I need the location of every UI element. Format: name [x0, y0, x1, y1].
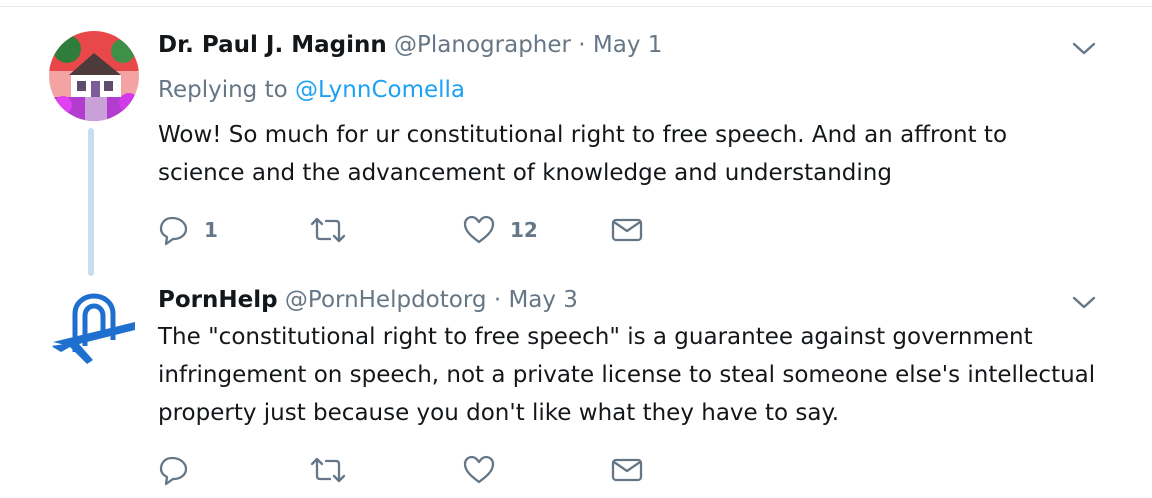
retweet-icon — [310, 457, 346, 483]
reply-icon — [159, 456, 188, 486]
envelope-icon — [611, 218, 643, 242]
like-count: 12 — [510, 218, 538, 242]
retweet-button[interactable] — [308, 452, 362, 488]
author-handle[interactable]: @Planographer — [394, 32, 571, 58]
chevron-down-icon[interactable] — [1070, 292, 1098, 312]
tweet-2-header: PornHelp @PornHelpdotorg · May 3 — [158, 285, 578, 315]
reply-button[interactable] — [158, 452, 204, 488]
heart-icon — [463, 455, 495, 484]
heart-icon — [463, 215, 495, 244]
tweet-text: The "constitutional right to free speech… — [158, 324, 1096, 426]
separator-dot: · — [493, 287, 502, 313]
separator-dot: · — [578, 32, 586, 58]
retweet-button[interactable] — [308, 212, 362, 248]
tweet-date[interactable]: May 1 — [593, 32, 663, 58]
direct-message-button[interactable] — [610, 452, 644, 488]
author-name[interactable]: PornHelp — [158, 287, 278, 313]
tweet-date[interactable]: May 3 — [508, 287, 578, 313]
thread-connector-line — [88, 128, 94, 276]
house-photo-avatar[interactable] — [49, 31, 139, 121]
tweet-text: Wow! So much for ur constitutional right… — [158, 122, 1008, 186]
retweet-icon — [310, 217, 346, 243]
replying-label: Replying to — [158, 77, 288, 103]
author-name[interactable]: Dr. Paul J. Maginn — [158, 32, 387, 58]
tweet-1-header: Dr. Paul J. Maginn @Planographer · May 1 — [158, 30, 662, 60]
reply-icon — [159, 216, 188, 246]
direct-message-button[interactable] — [610, 212, 644, 248]
like-button[interactable] — [462, 452, 510, 488]
house-photo-icon — [49, 31, 139, 121]
reply-button[interactable]: 1 — [158, 212, 218, 248]
envelope-icon — [611, 458, 643, 482]
replying-mention-link[interactable]: @LynnComella — [295, 77, 465, 103]
reply-count: 1 — [204, 218, 218, 242]
replying-to-line: Replying to @LynnComella — [158, 75, 465, 105]
author-handle[interactable]: @PornHelpdotorg — [285, 287, 487, 313]
like-button[interactable]: 12 — [462, 212, 538, 248]
top-divider — [0, 6, 1152, 7]
chevron-down-icon[interactable] — [1070, 38, 1098, 58]
pornhelp-logo-icon — [49, 284, 139, 374]
pornhelp-logo-avatar[interactable] — [49, 284, 139, 374]
